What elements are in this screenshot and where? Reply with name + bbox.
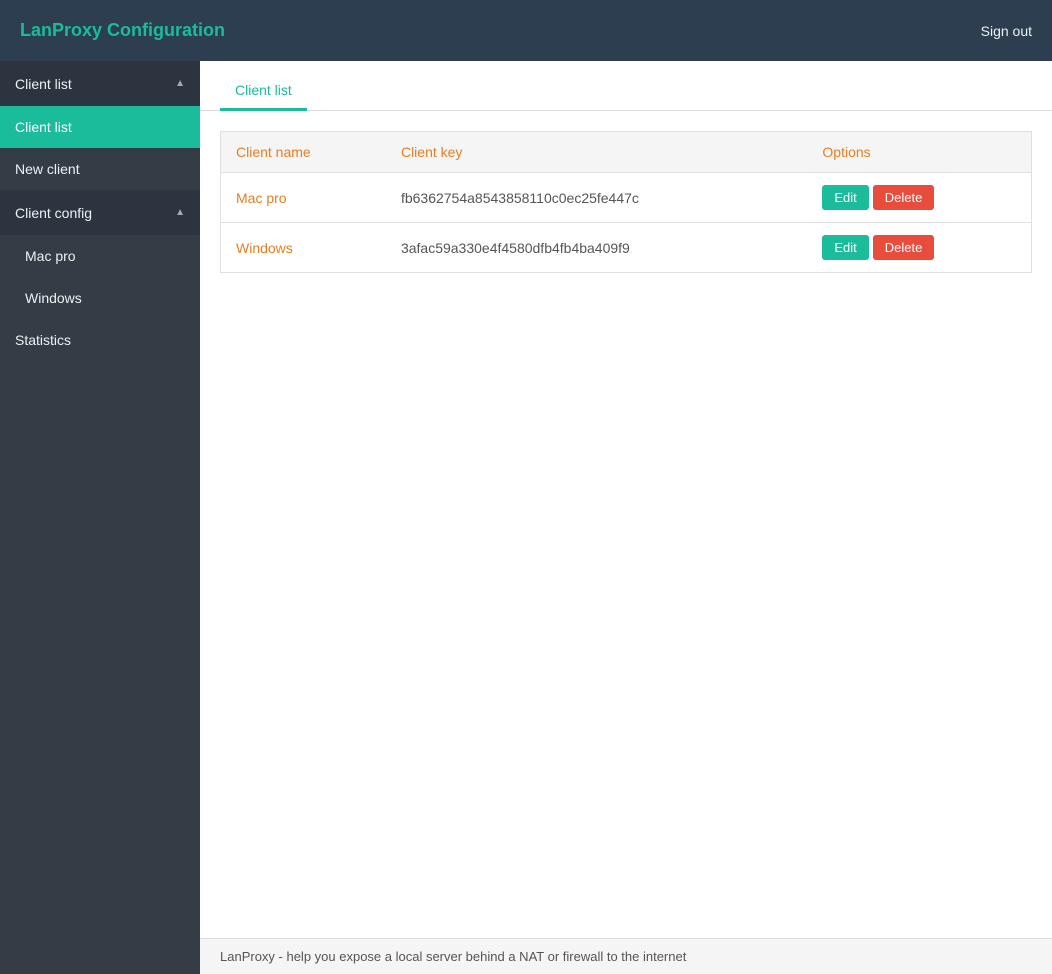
table-container: Client name Client key Options Mac profb… [200,111,1052,938]
client-options-cell: EditDelete [807,173,1031,223]
sidebar: Client list ▲ Client list New client Cli… [0,61,200,974]
sidebar-item-statistics-label: Statistics [15,332,71,348]
tab-client-list[interactable]: Client list [220,72,307,111]
sidebar-item-mac-pro[interactable]: Mac pro [0,235,200,277]
sidebar-item-new-client-label: New client [15,161,80,177]
sidebar-client-config-header-label: Client config [15,205,92,221]
sidebar-client-list-arrow-icon: ▲ [175,78,185,89]
sidebar-item-windows[interactable]: Windows [0,277,200,319]
client-key-cell: fb6362754a8543858110c0ec25fe447c [386,173,807,223]
footer: LanProxy - help you expose a local serve… [200,938,1052,974]
app-brand: LanProxy Configuration [20,20,225,41]
main-layout: Client list ▲ Client list New client Cli… [0,61,1052,974]
sidebar-client-config-arrow-icon: ▲ [175,207,185,218]
client-name-cell: Windows [221,223,386,273]
tab-bar: Client list [200,61,1052,111]
client-table: Client name Client key Options Mac profb… [220,131,1032,273]
footer-text: LanProxy - help you expose a local serve… [220,949,686,964]
sidebar-client-list-header-label: Client list [15,76,72,92]
edit-button[interactable]: Edit [822,235,868,260]
sidebar-client-config-header[interactable]: Client config ▲ [0,190,200,235]
sidebar-item-windows-label: Windows [25,290,82,306]
sidebar-item-new-client[interactable]: New client [0,148,200,190]
sidebar-item-statistics[interactable]: Statistics [0,319,200,361]
sidebar-item-mac-pro-label: Mac pro [25,248,76,264]
col-header-key: Client key [386,132,807,173]
table-header-row: Client name Client key Options [221,132,1032,173]
client-name-cell: Mac pro [221,173,386,223]
delete-button[interactable]: Delete [873,185,935,210]
sidebar-client-list-header[interactable]: Client list ▲ [0,61,200,106]
table-row: Mac profb6362754a8543858110c0ec25fe447cE… [221,173,1032,223]
tab-client-list-label: Client list [235,82,292,98]
col-header-options: Options [807,132,1031,173]
signout-button[interactable]: Sign out [981,23,1032,39]
client-key-cell: 3afac59a330e4f4580dfb4fb4ba409f9 [386,223,807,273]
edit-button[interactable]: Edit [822,185,868,210]
sidebar-item-client-list[interactable]: Client list [0,106,200,148]
col-header-name: Client name [221,132,386,173]
content-area: Client list Client name Client key Optio… [200,61,1052,974]
delete-button[interactable]: Delete [873,235,935,260]
client-options-cell: EditDelete [807,223,1031,273]
navbar: LanProxy Configuration Sign out [0,0,1052,61]
table-row: Windows3afac59a330e4f4580dfb4fb4ba409f9E… [221,223,1032,273]
sidebar-item-client-list-label: Client list [15,119,72,135]
